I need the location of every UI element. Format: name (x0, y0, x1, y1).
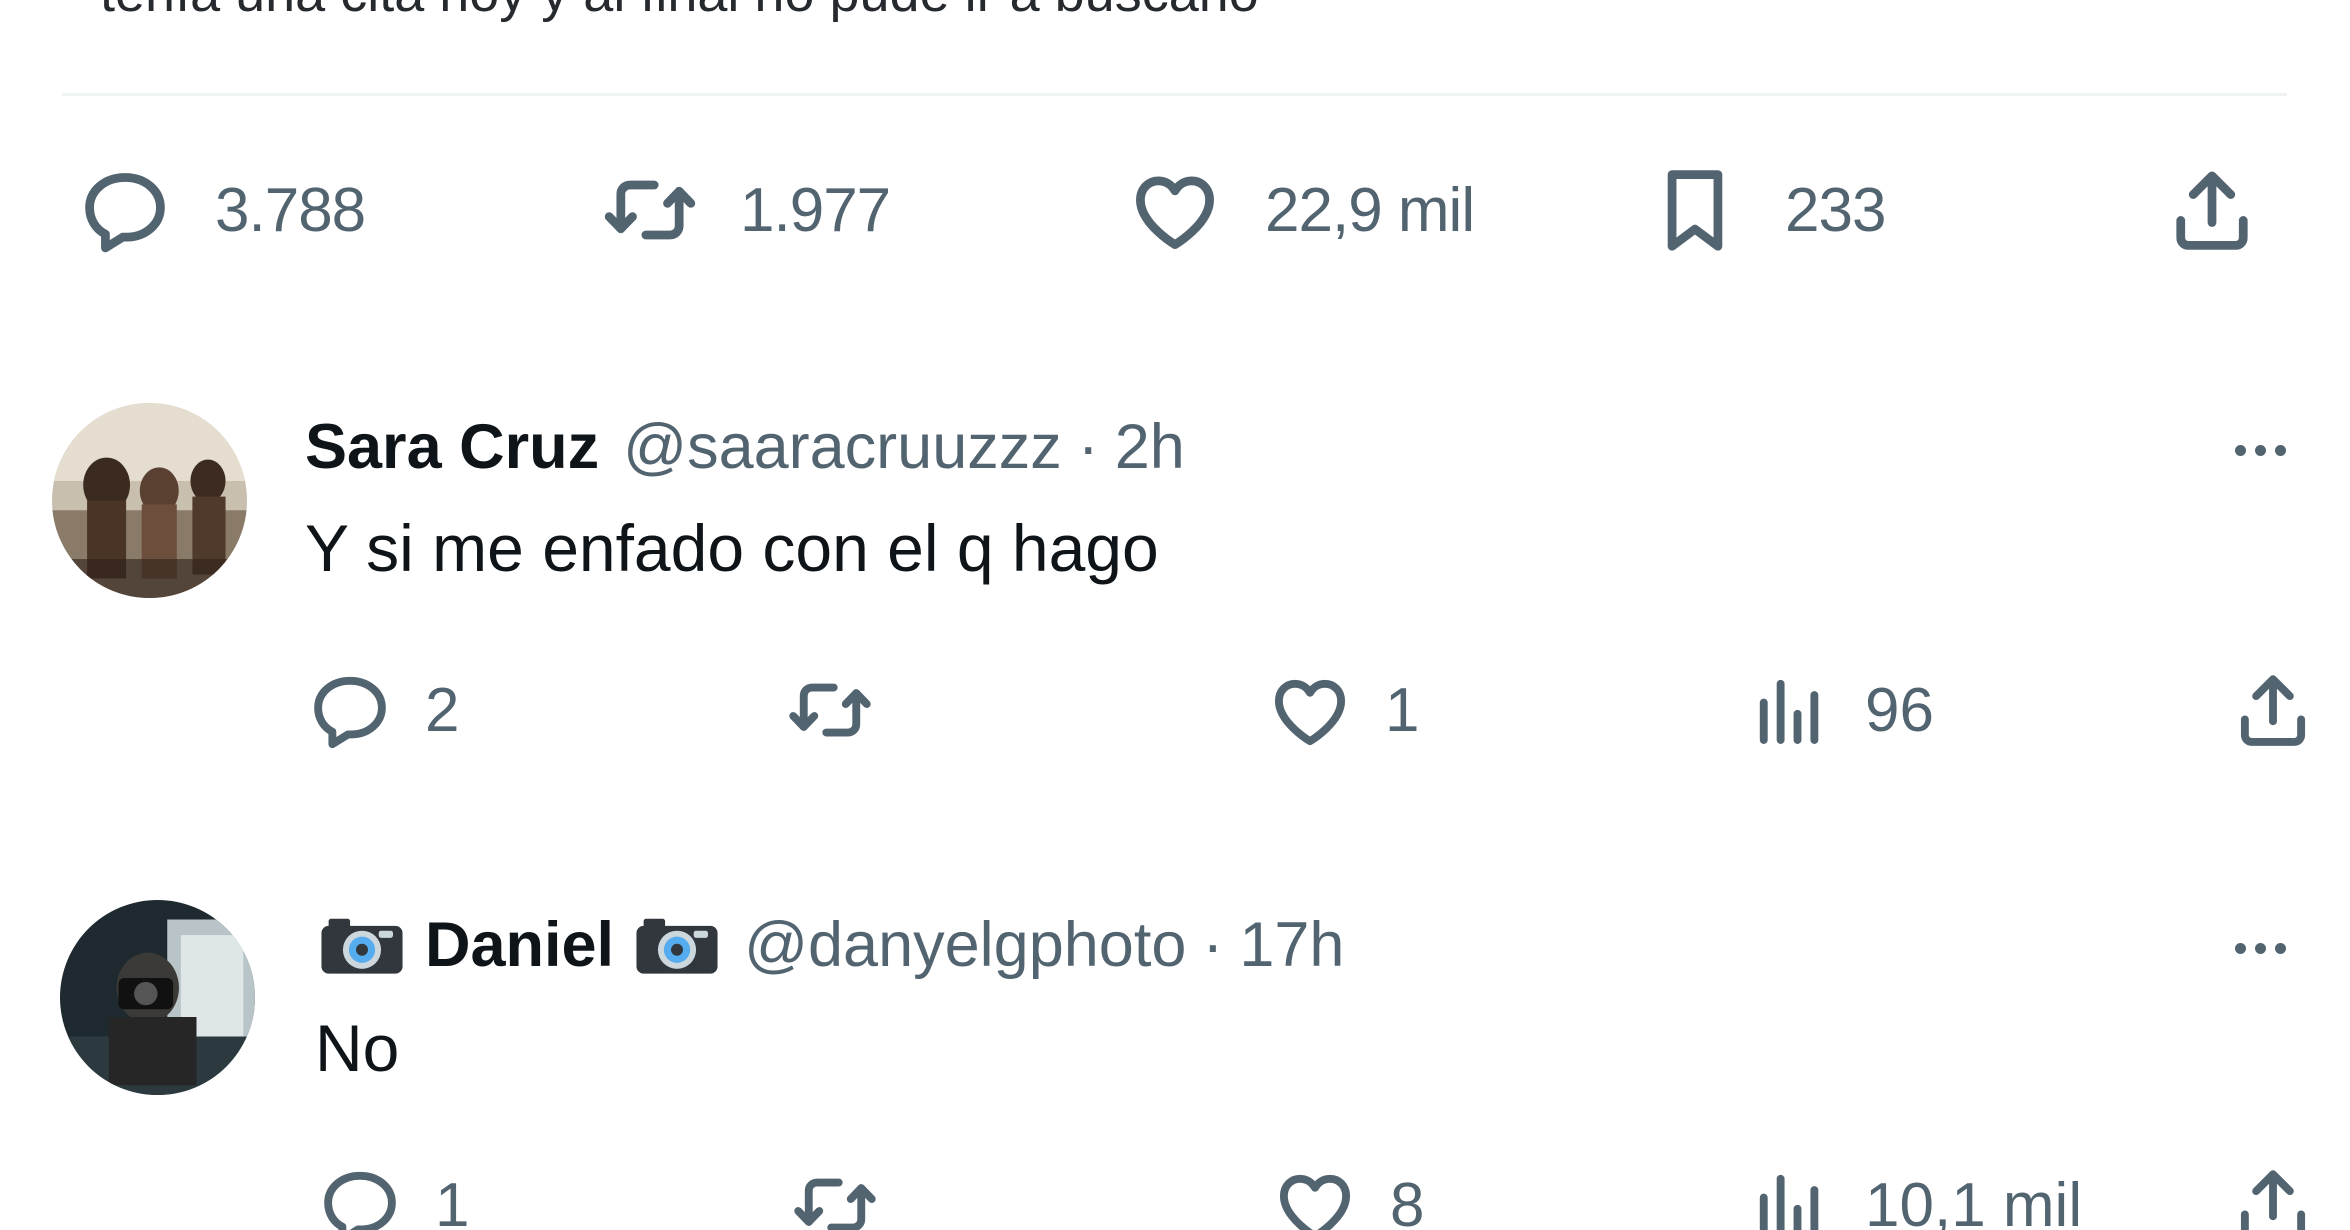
reply-count: 3.788 (215, 175, 366, 245)
main-tweet-action-bar: 3.788 1.977 22,9 mil 233 (0, 150, 2350, 270)
share-icon (2240, 675, 2306, 746)
reply-button[interactable]: 3.788 (75, 160, 366, 260)
user-handle[interactable]: @danyelgphoto (744, 909, 1186, 981)
reply-text: No (315, 1011, 400, 1085)
display-name[interactable]: Daniel (425, 909, 614, 981)
retweet-icon (794, 1178, 876, 1230)
views-chart-icon (1759, 1174, 1819, 1230)
more-dot (2254, 444, 2266, 456)
reply-icon (324, 1171, 396, 1230)
reply-tweet[interactable]: Sara Cruz @saaracruuzzz · 2h Y si me enf… (0, 395, 2350, 795)
avatar-photo (60, 900, 255, 1095)
view-count: 96 (1865, 675, 1934, 745)
heart-icon (1279, 1174, 1351, 1230)
reply-header: Sara Cruz @saaracruuzzz · 2h (305, 407, 1185, 487)
view-count: 10,1 mil (1865, 1170, 2083, 1230)
separator-dot: · (1077, 412, 1099, 482)
like-button[interactable]: 22,9 mil (1125, 160, 1475, 260)
share-icon (2176, 171, 2248, 250)
avatar-photo (52, 403, 247, 598)
views-button[interactable]: 10,1 mil (1745, 1160, 2082, 1230)
more-dot (2234, 942, 2246, 954)
bookmark-icon (1667, 170, 1723, 251)
reply-icon (314, 676, 386, 749)
retweet-button[interactable] (790, 1160, 910, 1230)
retweet-icon (789, 683, 871, 737)
tweet-thread-view: tenía una cita hoy y al final no pude ir… (0, 0, 2350, 1230)
reply-count: 1 (435, 1170, 470, 1230)
avatar[interactable] (60, 900, 255, 1095)
views-button[interactable]: 96 (1745, 665, 1934, 755)
like-count: 1 (1385, 675, 1420, 745)
camera-emoji-icon (317, 914, 407, 976)
retweet-button[interactable]: 1.977 (600, 160, 891, 260)
views-chart-icon (1759, 679, 1819, 744)
like-button[interactable]: 8 (1270, 1160, 1424, 1230)
like-button[interactable]: 1 (1265, 665, 1419, 755)
reply-header: Daniel @danyelgphoto · 17h (305, 905, 1344, 985)
like-count: 8 (1390, 1170, 1425, 1230)
camera-emoji-icon (632, 914, 722, 976)
reply-tweet[interactable]: Daniel @danyelgphoto · 17h No 1 8 10,1 m… (0, 895, 2350, 1230)
reply-count: 2 (425, 675, 460, 745)
retweet-count: 1.977 (740, 175, 891, 245)
avatar[interactable] (52, 403, 247, 598)
share-icon (2240, 1170, 2306, 1230)
timestamp[interactable]: 2h (1115, 411, 1185, 483)
reply-text: Y si me enfado con el q hago (305, 511, 1159, 585)
main-tweet-text-fragment: tenía una cita hoy y al final no pude ir… (100, 0, 1259, 24)
share-button[interactable] (2228, 1160, 2318, 1230)
share-button[interactable] (2228, 665, 2318, 755)
share-button[interactable] (2162, 160, 2262, 260)
more-dot (2254, 942, 2266, 954)
retweet-icon (604, 180, 696, 240)
display-name[interactable]: Sara Cruz (305, 411, 599, 483)
bookmark-button[interactable]: 233 (1645, 160, 1886, 260)
reply-button[interactable]: 1 (315, 1160, 469, 1230)
user-handle[interactable]: @saaracruuzzz (623, 411, 1062, 483)
like-count: 22,9 mil (1265, 175, 1475, 245)
reply-button[interactable]: 2 (305, 665, 459, 755)
more-dot (2274, 444, 2286, 456)
heart-icon (1136, 176, 1214, 249)
heart-icon (1274, 679, 1346, 746)
timestamp[interactable]: 17h (1239, 909, 1344, 981)
more-options-button[interactable] (2210, 425, 2310, 475)
reply-icon (85, 173, 165, 253)
divider (62, 93, 2287, 96)
more-options-button[interactable] (2210, 923, 2310, 973)
retweet-button[interactable] (785, 665, 905, 755)
more-dot (2274, 942, 2286, 954)
more-dot (2234, 444, 2246, 456)
bookmark-count: 233 (1785, 175, 1886, 245)
separator-dot: · (1202, 910, 1224, 980)
